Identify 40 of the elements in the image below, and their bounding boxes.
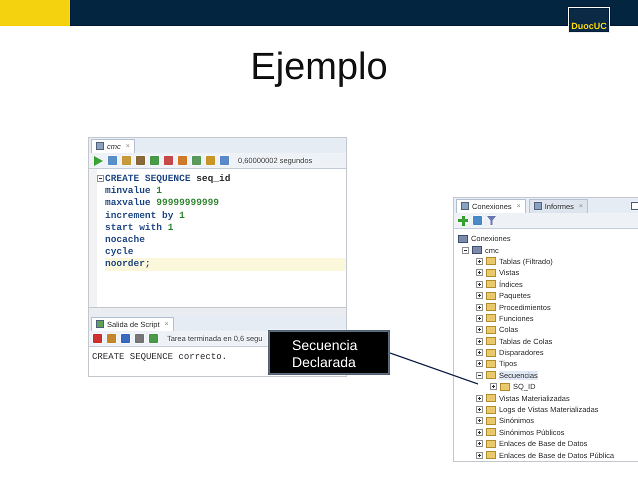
- collapse-icon[interactable]: [462, 246, 469, 254]
- expand-icon[interactable]: [476, 314, 483, 322]
- code-line: nocache: [105, 234, 146, 246]
- tab-icon: [461, 202, 469, 210]
- sheet-icon: [96, 142, 104, 150]
- expand-icon[interactable]: [476, 280, 483, 288]
- script-output: CREATE SEQUENCE correcto.: [92, 352, 228, 362]
- expand-icon[interactable]: [476, 258, 483, 265]
- run-icon[interactable]: [93, 156, 103, 166]
- code-line: CREATE SEQUENCE seq_id: [105, 173, 232, 186]
- code-line: cycle: [105, 246, 135, 258]
- expand-icon[interactable]: [476, 338, 483, 345]
- expand-icon[interactable]: [476, 394, 483, 402]
- expand-icon[interactable]: [476, 349, 483, 356]
- add-icon[interactable]: [458, 216, 468, 226]
- expand-icon[interactable]: [476, 428, 483, 436]
- header-accent: [0, 0, 70, 26]
- window-icon[interactable]: [631, 202, 638, 210]
- slide-title: Ejemplo: [249, 46, 389, 89]
- script-icon: [96, 320, 104, 328]
- code-line: start with 1: [105, 222, 174, 234]
- expand-icon[interactable]: [476, 440, 483, 448]
- collapse-icon[interactable]: [476, 372, 483, 379]
- expand-icon[interactable]: [490, 383, 497, 390]
- expand-icon[interactable]: [476, 452, 483, 459]
- expand-icon[interactable]: [476, 406, 483, 414]
- expand-icon[interactable]: [476, 292, 483, 300]
- code-line: minvalue 1: [105, 185, 163, 198]
- logo: DuocUC: [568, 7, 610, 33]
- expand-icon[interactable]: [476, 360, 483, 368]
- expand-icon[interactable]: [476, 417, 483, 424]
- filter-icon[interactable]: [487, 216, 496, 225]
- expand-icon[interactable]: [476, 304, 483, 311]
- expand-icon[interactable]: [476, 269, 483, 276]
- fold-icon[interactable]: [97, 175, 104, 182]
- expand-icon[interactable]: [476, 326, 483, 334]
- code-line: maxvalue 99999999999: [105, 197, 220, 210]
- code-line: increment by 1: [105, 210, 186, 222]
- callout-label: Secuencia Declarada: [268, 330, 390, 375]
- tab-icon: [534, 202, 542, 210]
